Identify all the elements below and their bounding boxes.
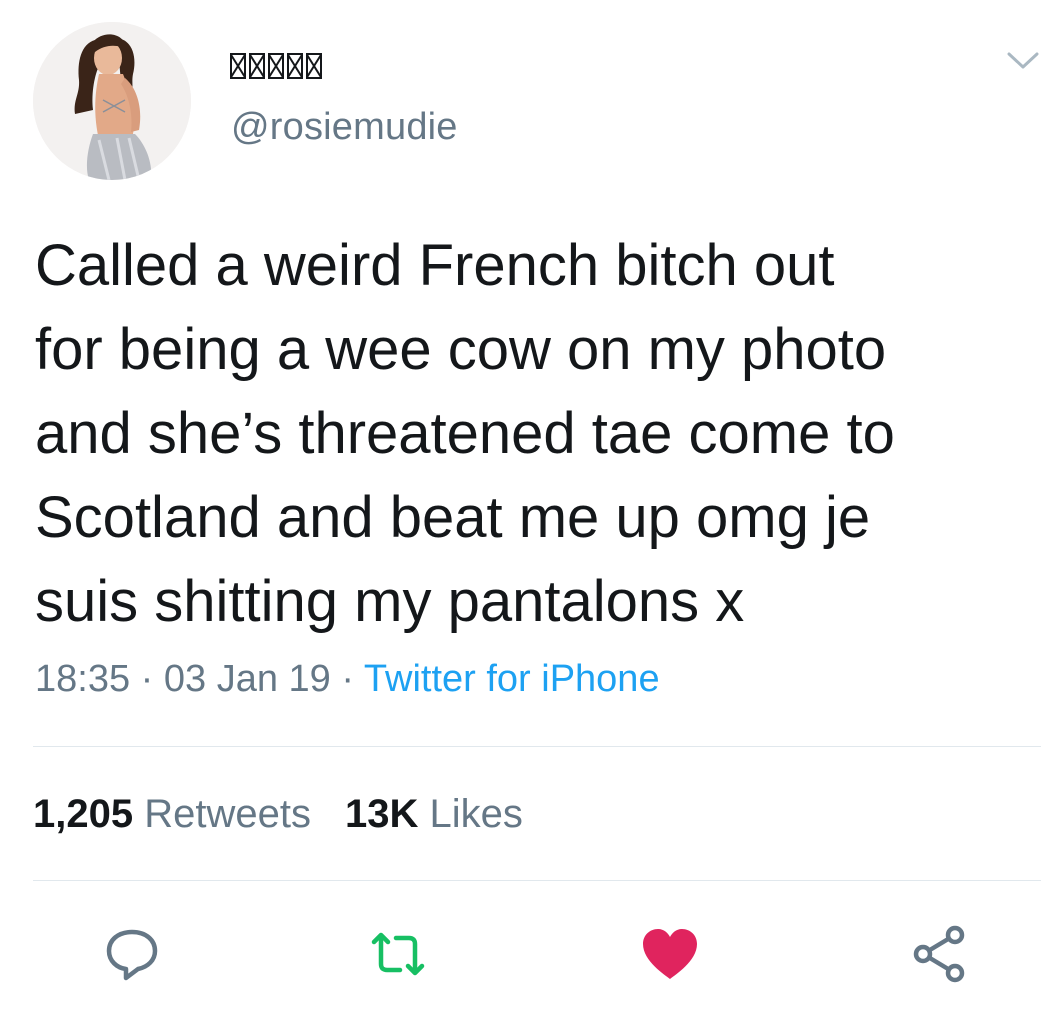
tweet-text-line: Scotland and beat me up omg je <box>35 485 871 550</box>
divider <box>33 880 1041 881</box>
tweet-text-line: and she’s threatened tae come to <box>35 401 895 466</box>
tweet-time: 18:35 <box>35 658 131 700</box>
tweet-stats: 1,205 Retweets 13K Likes <box>33 792 523 837</box>
retweets-count: 1,205 <box>33 792 134 836</box>
likes-stat[interactable]: 13K Likes <box>345 792 523 836</box>
missing-glyph-box <box>306 53 322 79</box>
share-button[interactable] <box>908 922 972 986</box>
reply-button[interactable] <box>100 922 164 986</box>
likes-count: 13K <box>344 792 419 836</box>
display-name[interactable] <box>230 48 325 84</box>
meta-separator: · <box>130 658 164 700</box>
likes-label: Likes <box>429 792 523 836</box>
missing-glyph-box <box>249 53 265 79</box>
missing-glyph-box <box>268 53 284 79</box>
retweets-label: Retweets <box>144 792 311 836</box>
tweet-meta: 18:35 · 03 Jan 19 · Twitter for iPhone <box>35 658 660 701</box>
missing-glyph-box <box>230 53 246 79</box>
user-handle[interactable]: @rosiemudie <box>231 106 458 149</box>
reply-icon <box>106 929 158 981</box>
like-button[interactable] <box>638 922 702 986</box>
retweet-icon <box>371 932 425 976</box>
chevron-down-icon[interactable] <box>1003 40 1043 80</box>
tweet-source-link[interactable]: Twitter for iPhone <box>364 658 660 700</box>
tweet-date: 03 Jan 19 <box>163 658 331 700</box>
avatar[interactable] <box>33 22 191 180</box>
meta-separator: · <box>330 658 364 700</box>
tweet-text-line: for being a wee cow on my photo <box>35 317 887 382</box>
missing-glyph-box <box>287 53 303 79</box>
retweets-stat[interactable]: 1,205 Retweets <box>33 792 311 836</box>
divider <box>33 746 1041 747</box>
tweet-text-line: Called a weird French bitch out <box>35 233 835 298</box>
tweet-text-line: suis shitting my pantalons x <box>35 569 745 634</box>
share-icon <box>913 925 965 983</box>
retweet-button[interactable] <box>366 922 430 986</box>
tweet-text: Called a weird French bitch out for bein… <box>35 224 1035 644</box>
avatar-photo <box>33 22 191 180</box>
heart-icon <box>643 929 697 979</box>
